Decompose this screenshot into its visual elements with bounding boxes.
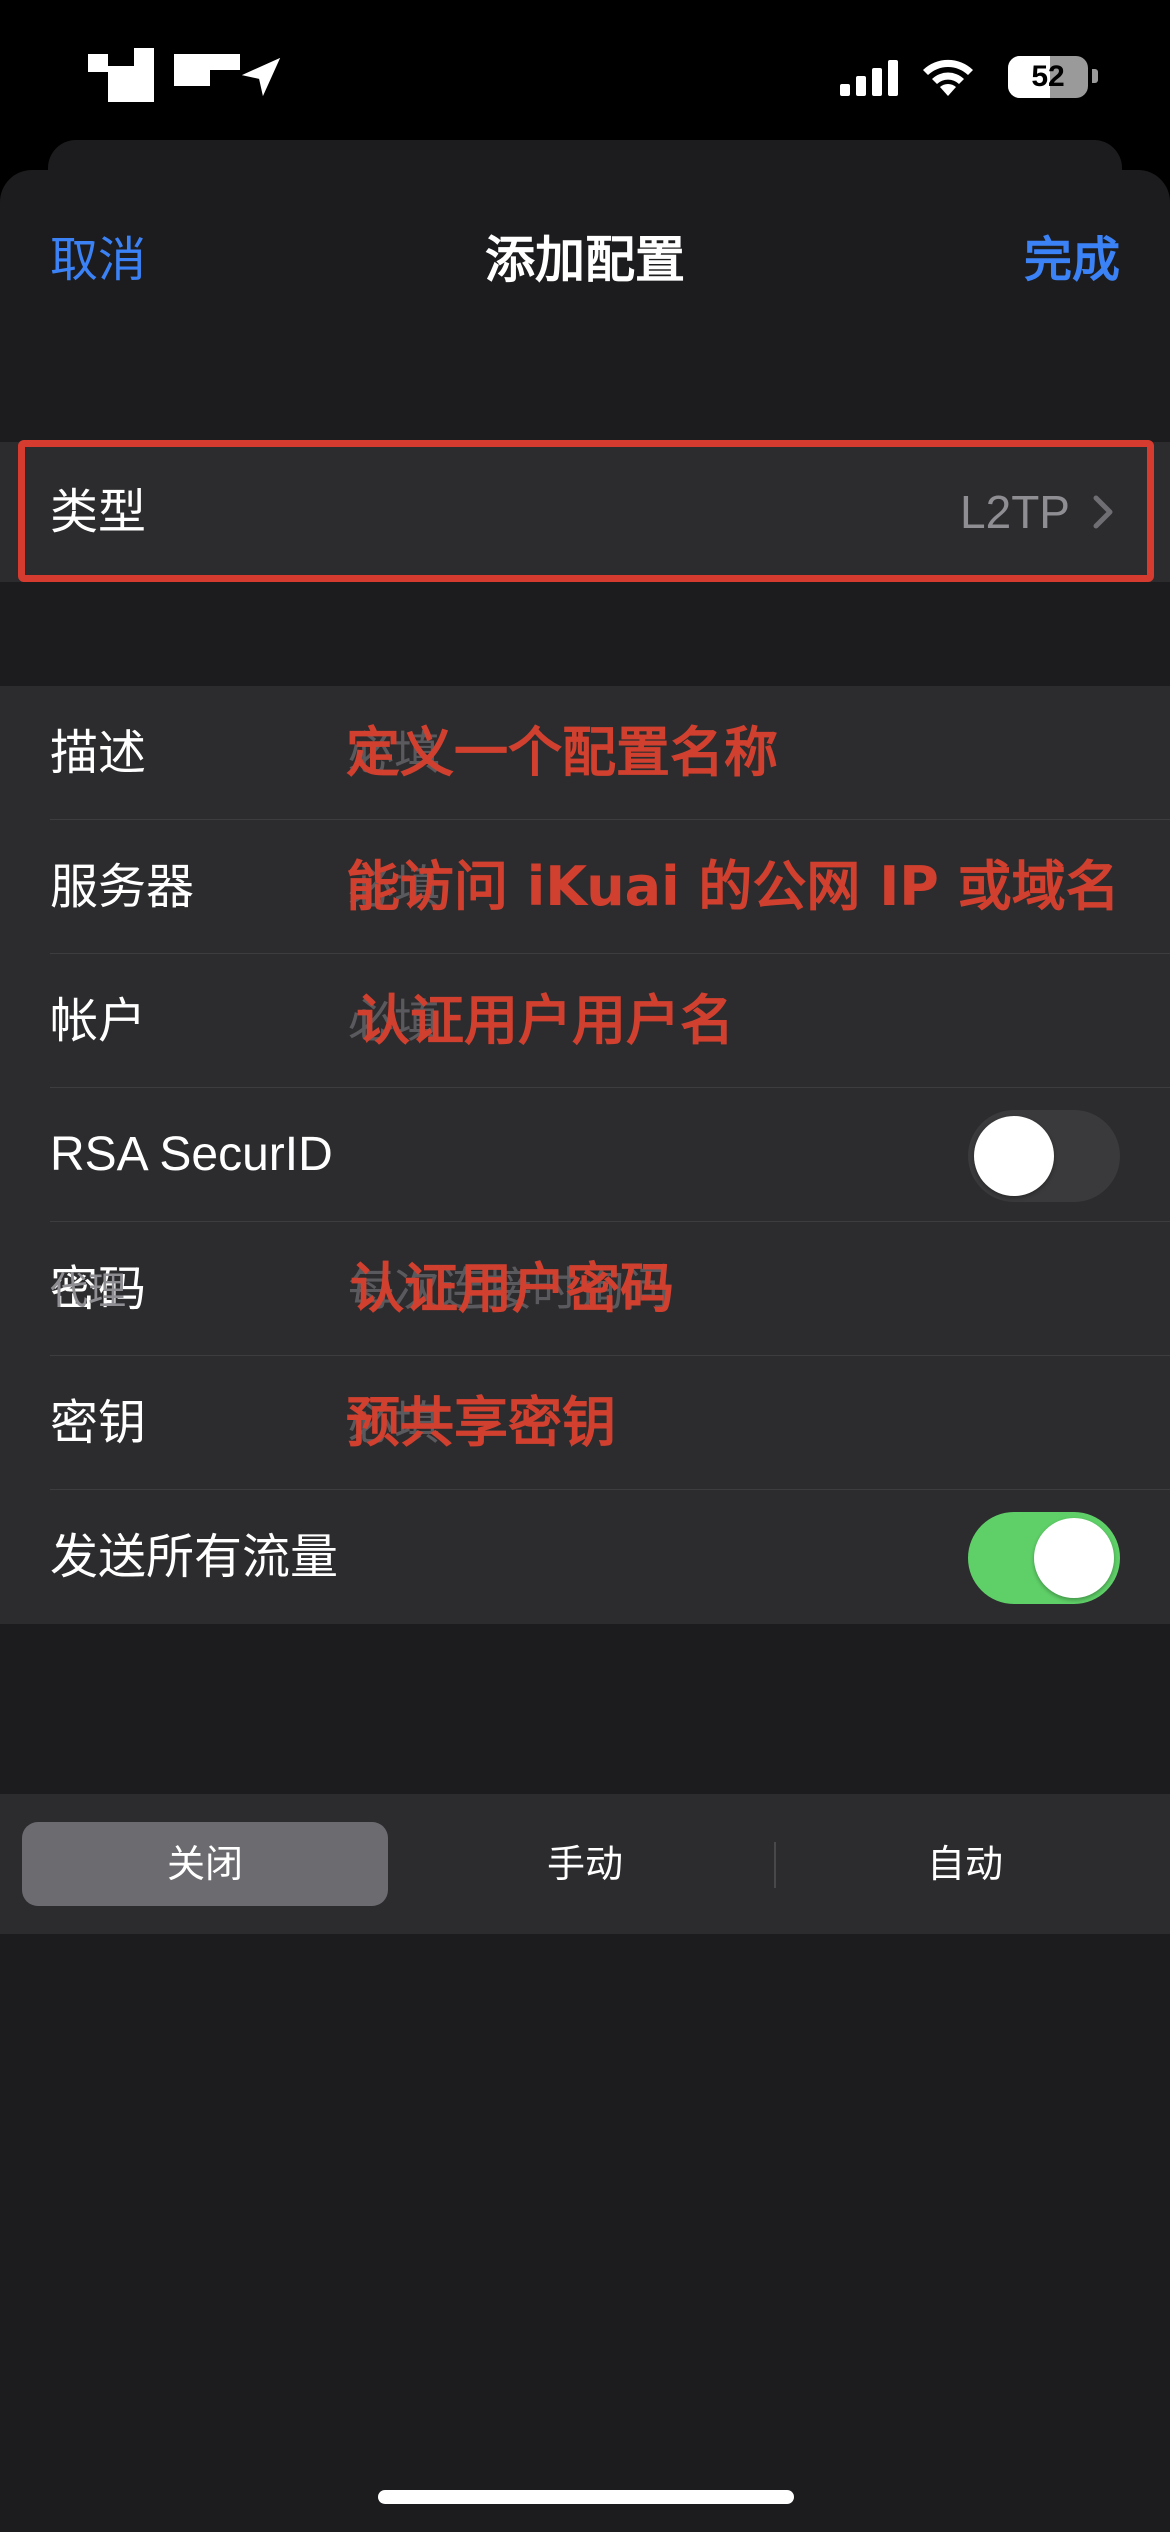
rsa-toggle[interactable]	[968, 1110, 1120, 1202]
rsa-row: RSA SecurID	[0, 1088, 1170, 1222]
account-annotation: 认证用户用户名	[356, 989, 734, 1052]
battery-cap	[1092, 69, 1098, 83]
server-label: 服务器	[50, 859, 195, 915]
description-annotation: 定义一个配置名称	[346, 721, 778, 784]
send-all-traffic-toggle[interactable]	[968, 1512, 1120, 1604]
battery-level: 52	[1031, 60, 1065, 93]
status-bar: 52	[0, 0, 1170, 150]
secret-annotation: 预共享密钥	[346, 1391, 616, 1454]
proxy-option-auto[interactable]: 自动	[782, 1822, 1148, 1906]
wifi-icon	[923, 59, 973, 96]
home-indicator	[378, 2490, 794, 2504]
segment-divider	[774, 1842, 776, 1888]
proxy-section-label: 代理	[50, 1269, 127, 1313]
signal-icon	[840, 60, 898, 96]
highlight-annotation-box	[18, 440, 1154, 582]
server-row[interactable]: 服务器 必填 能访问 iKuai 的公网 IP 或域名	[0, 820, 1170, 954]
server-annotation: 能访问 iKuai 的公网 IP 或域名	[346, 855, 1120, 918]
account-row[interactable]: 帐户 必填 认证用户用户名	[0, 954, 1170, 1088]
secret-label: 密钥	[50, 1395, 147, 1451]
done-button[interactable]: 完成	[1024, 220, 1120, 290]
battery-icon: 52	[1008, 56, 1088, 98]
send-all-traffic-row: 发送所有流量	[0, 1490, 1170, 1624]
description-row[interactable]: 描述 必填 定义一个配置名称	[0, 686, 1170, 820]
form-group: 描述 必填 定义一个配置名称 服务器 必填 能访问 iKuai 的公网 IP 或…	[0, 686, 1170, 1624]
password-row[interactable]: 密码 每次连接时询问 认证用户密码	[0, 1222, 1170, 1356]
time-redacted	[88, 48, 288, 104]
rsa-label: RSA SecurID	[50, 1128, 333, 1181]
proxy-option-off[interactable]: 关闭	[22, 1822, 388, 1906]
password-annotation: 认证用户密码	[350, 1257, 674, 1320]
account-label: 帐户	[50, 993, 147, 1049]
add-config-sheet: 取消 添加配置 完成 类型 L2TP 描述 必填 定义一个配置名称 服务器 必填…	[0, 170, 1170, 2532]
status-icons: 52	[840, 52, 1100, 102]
nav-bar: 取消 添加配置 完成	[0, 170, 1170, 340]
proxy-segmented-control: 关闭 手动 自动	[16, 1816, 1154, 1912]
proxy-option-manual[interactable]: 手动	[402, 1822, 768, 1906]
send-all-traffic-label: 发送所有流量	[50, 1529, 339, 1585]
location-icon	[241, 57, 281, 97]
secret-row[interactable]: 密钥 必填 预共享密钥	[0, 1356, 1170, 1490]
description-label: 描述	[50, 725, 147, 781]
page-title: 添加配置	[485, 231, 685, 289]
